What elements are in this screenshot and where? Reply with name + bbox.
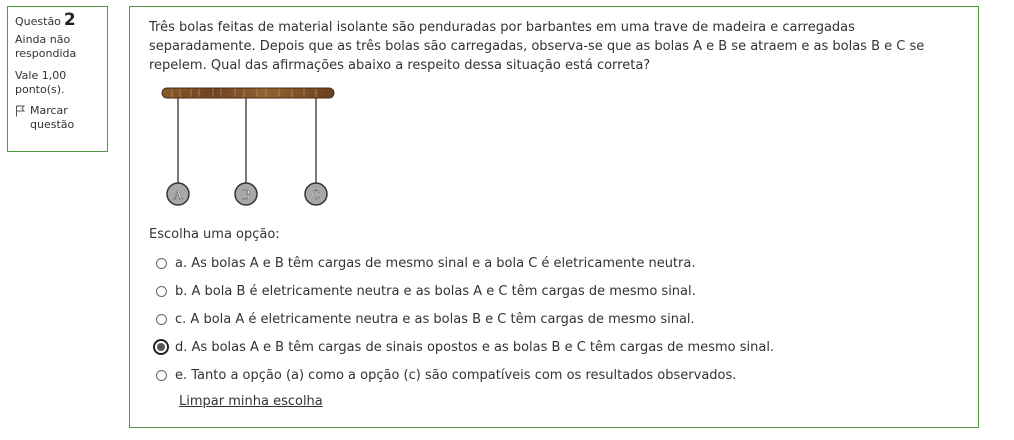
option-c-radio[interactable] (156, 313, 167, 325)
question-state: Ainda não respondida (15, 33, 77, 60)
question-number-value: 2 (63, 10, 76, 30)
option-c-label[interactable]: c. A bola A é eletricamente neutra e as … (175, 312, 695, 327)
option-a-label[interactable]: a. As bolas A e B têm cargas de mesmo si… (175, 256, 695, 271)
flag-icon (16, 105, 26, 117)
ball-c-label: C (311, 188, 320, 202)
ball-a: A (166, 98, 190, 206)
wooden-beam (161, 87, 335, 99)
option-d-label[interactable]: d. As bolas A e B têm cargas de sinais o… (175, 340, 774, 355)
flag-question-link[interactable]: Marcar questão (15, 104, 100, 132)
ball-c: C (304, 98, 328, 206)
option-a-radio[interactable] (156, 257, 167, 269)
option-e-label[interactable]: e. Tanto a opção (a) como a opção (c) sã… (175, 368, 736, 383)
option-b-label[interactable]: b. A bola B é eletricamente neutra e as … (175, 284, 696, 299)
ball-b-label: B (242, 188, 251, 202)
option-d[interactable]: d. As bolas A e B têm cargas de sinais o… (152, 333, 774, 361)
pendulum-figure: A B C (161, 87, 335, 206)
flag-question-label: Marcar questão (30, 104, 75, 131)
option-e-radio[interactable] (156, 369, 167, 381)
option-a[interactable]: a. As bolas A e B têm cargas de mesmo si… (152, 249, 774, 277)
choose-option-prompt: Escolha uma opção: (149, 227, 280, 242)
question-grade: Vale 1,00 ponto(s). (15, 69, 67, 96)
question-text: Três bolas feitas de material isolante s… (149, 20, 925, 73)
question-content: Três bolas feitas de material isolante s… (129, 6, 979, 428)
option-d-radio[interactable] (153, 339, 169, 355)
answer-options: a. As bolas A e B têm cargas de mesmo si… (152, 249, 774, 389)
clear-choice-link[interactable]: Limpar minha escolha (179, 394, 323, 409)
question-info-panel: Questão 2 Ainda não respondida Vale 1,00… (7, 6, 108, 152)
ball-b: B (234, 98, 258, 206)
question-label: Questão (15, 15, 61, 28)
option-e[interactable]: e. Tanto a opção (a) como a opção (c) sã… (152, 361, 774, 389)
option-b[interactable]: b. A bola B é eletricamente neutra e as … (152, 277, 774, 305)
option-c[interactable]: c. A bola A é eletricamente neutra e as … (152, 305, 774, 333)
ball-a-label: A (173, 188, 183, 202)
option-b-radio[interactable] (156, 285, 167, 297)
question-number: Questão 2 (15, 10, 100, 30)
